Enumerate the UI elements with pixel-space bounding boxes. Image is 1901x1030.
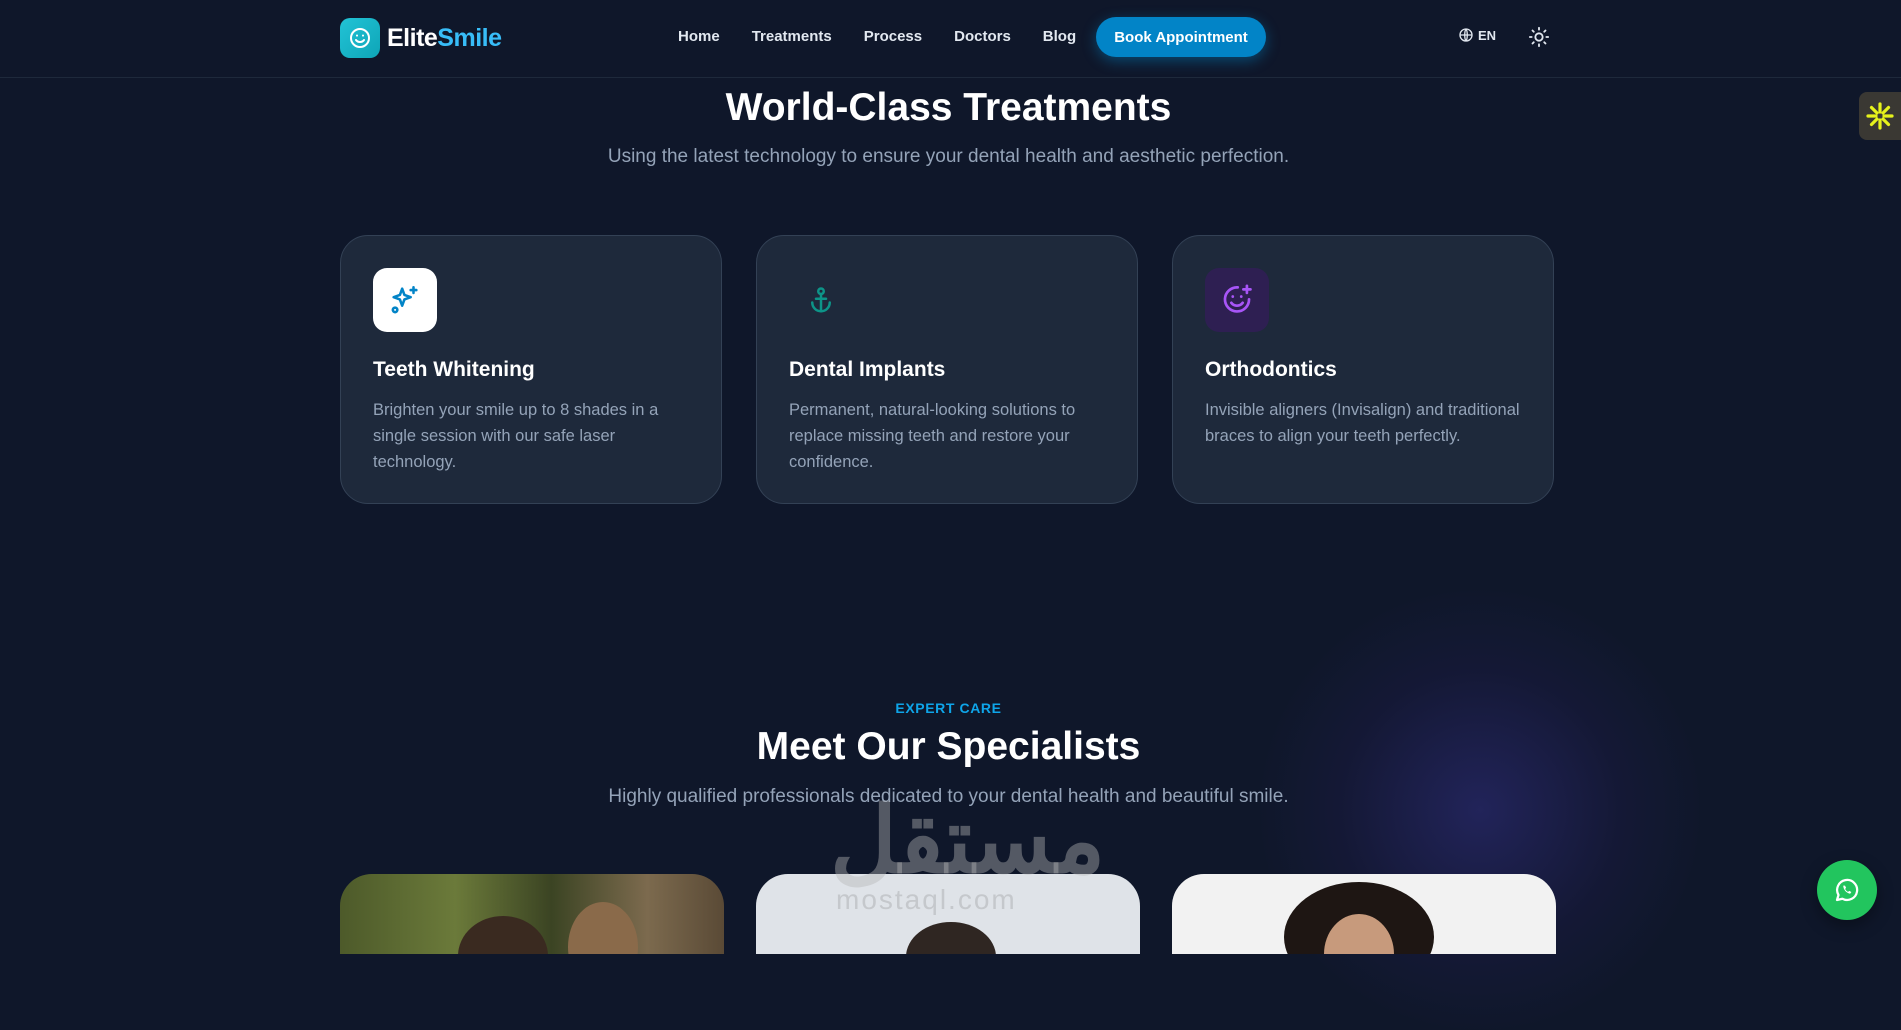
treatment-card-implants[interactable]: Dental Implants Permanent, natural-looki… <box>756 235 1138 504</box>
globe-icon <box>1459 28 1473 42</box>
nav-blog[interactable]: Blog <box>1043 25 1076 49</box>
language-label: EN <box>1478 27 1497 43</box>
specialist-photo[interactable] <box>340 874 724 954</box>
anchor-icon <box>789 268 853 332</box>
smile-icon <box>340 18 380 58</box>
specialist-photo[interactable] <box>1172 874 1556 954</box>
main-menu: Home Treatments Process Doctors Blog <box>678 25 1108 49</box>
specialists-eyebrow: EXPERT CARE <box>895 700 1002 716</box>
treatment-card-title: Orthodontics <box>1205 358 1337 381</box>
nav-treatments[interactable]: Treatments <box>752 25 832 49</box>
specialists-title: Meet Our Specialists <box>756 725 1141 768</box>
logo-text-accent: Smile <box>437 23 502 52</box>
nav-doctors[interactable]: Doctors <box>954 25 1011 49</box>
smile-plus-icon <box>1205 268 1269 332</box>
sun-icon[interactable] <box>1528 26 1550 48</box>
whatsapp-icon <box>1835 878 1859 902</box>
nav-home[interactable]: Home <box>678 25 720 49</box>
background-glow <box>1260 590 1700 1030</box>
logo[interactable]: EliteSmile <box>340 18 502 58</box>
watermark-subtext: mostaql.com <box>836 884 1017 915</box>
whatsapp-button[interactable] <box>1817 860 1877 920</box>
treatment-card-title: Dental Implants <box>789 358 946 381</box>
watermark: مستقل <box>830 790 1106 892</box>
treatments-cards: Teeth Whitening Brighten your smile up t… <box>340 235 1554 504</box>
logo-text-primary: Elite <box>387 23 438 52</box>
treatments-title: World-Class Treatments <box>725 86 1172 129</box>
sparkles-icon <box>373 268 437 332</box>
book-appointment-button[interactable]: Book Appointment <box>1096 17 1266 57</box>
nav-process[interactable]: Process <box>864 25 922 49</box>
treatment-card-orthodontics[interactable]: Orthodontics Invisible aligners (Invisal… <box>1172 235 1554 504</box>
logo-text: EliteSmile <box>387 24 502 53</box>
navbar: EliteSmile Home Treatments Process Docto… <box>0 0 1901 78</box>
treatment-card-description: Brighten your smile up to 8 shades in a … <box>373 401 659 471</box>
treatment-card-whitening[interactable]: Teeth Whitening Brighten your smile up t… <box>340 235 722 504</box>
treatment-card-description: Permanent, natural-looking solutions to … <box>789 401 1076 471</box>
treatment-card-description: Invisible aligners (Invisalign) and trad… <box>1205 401 1520 445</box>
treatments-subtitle: Using the latest technology to ensure yo… <box>607 146 1290 167</box>
language-switcher[interactable]: EN <box>1458 27 1496 43</box>
treatment-card-title: Teeth Whitening <box>373 358 535 381</box>
